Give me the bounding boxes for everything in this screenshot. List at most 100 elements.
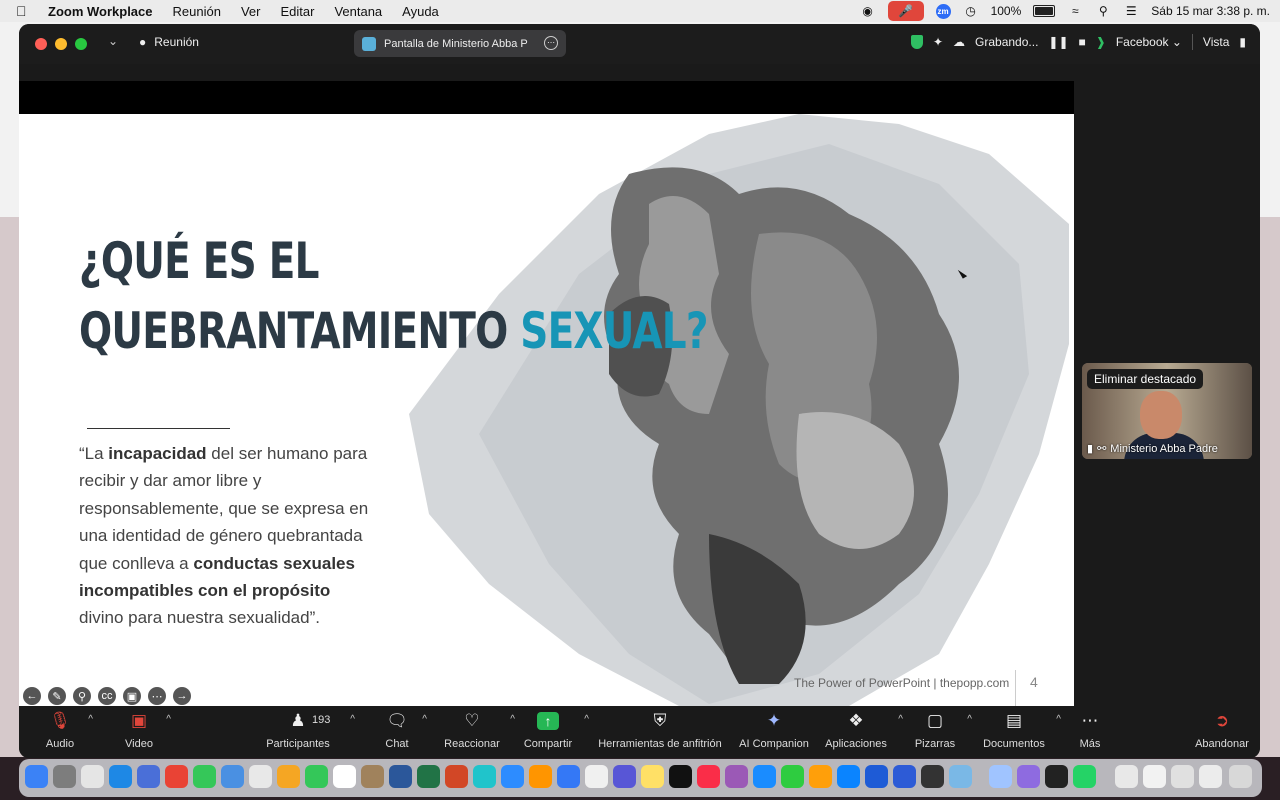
previous-slide-icon[interactable]: ←: [23, 687, 41, 705]
reminders-icon[interactable]: [585, 765, 608, 788]
apple-icon[interactable]: : [16, 3, 38, 19]
remove-spotlight-button[interactable]: Eliminar destacado: [1087, 369, 1204, 389]
more-button[interactable]: ⋯ Más: [1077, 710, 1103, 750]
share-caret[interactable]: ^: [584, 714, 589, 725]
control-center-icon[interactable]: ☰: [1123, 4, 1139, 18]
zoom-icon[interactable]: zm: [935, 3, 951, 19]
canva-icon[interactable]: [473, 765, 496, 788]
apps-button[interactable]: ❖ Aplicaciones ^: [823, 710, 903, 750]
sparkle-icon[interactable]: ✦: [933, 35, 943, 49]
security-shield-icon[interactable]: [910, 35, 923, 49]
appletv-icon[interactable]: [669, 765, 692, 788]
screen-app-icon[interactable]: [865, 765, 888, 788]
battery-icon[interactable]: [1033, 5, 1056, 17]
share-button[interactable]: ↑ Compartir ^: [521, 710, 589, 750]
clock-icon[interactable]: ◷: [963, 4, 979, 18]
zoom-app-icon[interactable]: [501, 765, 524, 788]
launchpad-icon[interactable]: [81, 765, 104, 788]
more-options-icon[interactable]: ⋯: [544, 36, 558, 50]
calendar-icon[interactable]: [333, 765, 356, 788]
audio-button[interactable]: 🎙 Audio ^: [41, 710, 93, 750]
excel-icon[interactable]: [417, 765, 440, 788]
view-layout-icon[interactable]: ▮: [1239, 35, 1246, 49]
view-menu[interactable]: Vista: [1203, 35, 1229, 49]
ai-companion-button[interactable]: ✦ AI Companion: [737, 710, 811, 750]
safari-icon[interactable]: [109, 765, 132, 788]
stack-icon[interactable]: [1199, 765, 1222, 788]
magnifier-icon[interactable]: ⚲: [73, 687, 91, 705]
menu-meeting[interactable]: Reunión: [163, 4, 231, 19]
menu-edit[interactable]: Editar: [270, 4, 324, 19]
more-icon[interactable]: ⋯: [148, 687, 166, 705]
video-off-icon[interactable]: ▣: [123, 687, 141, 705]
search-icon[interactable]: ⚲: [1095, 4, 1111, 18]
menu-view[interactable]: Ver: [231, 4, 271, 19]
microphone-icon[interactable]: 🎤: [887, 1, 924, 21]
screen-record-icon[interactable]: ◉: [860, 4, 876, 18]
react-button[interactable]: ♡ Reaccionar ^: [443, 710, 515, 750]
pen-icon[interactable]: ✎: [48, 687, 66, 705]
video-button[interactable]: ▣ Video ^: [121, 710, 171, 750]
captions-icon[interactable]: cc: [98, 687, 116, 705]
preview-icon[interactable]: [989, 765, 1012, 788]
pencil-app-icon[interactable]: [809, 765, 832, 788]
notes-icon[interactable]: [641, 765, 664, 788]
whiteboards-button[interactable]: ▢ Pizarras ^: [912, 710, 972, 750]
numbers-icon[interactable]: [781, 765, 804, 788]
zoom-window-button[interactable]: [75, 38, 87, 50]
whiteboards-caret[interactable]: ^: [967, 714, 972, 725]
mail-icon[interactable]: [221, 765, 244, 788]
photos-icon[interactable]: [277, 765, 300, 788]
appstore-icon[interactable]: [837, 765, 860, 788]
react-caret[interactable]: ^: [510, 714, 515, 725]
terminal-icon[interactable]: [1045, 765, 1068, 788]
imovie-icon[interactable]: [613, 765, 636, 788]
word-icon[interactable]: [389, 765, 412, 788]
meeting-info[interactable]: ● Reunión: [139, 35, 199, 49]
participants-caret[interactable]: ^: [350, 714, 355, 725]
minimize-window-button[interactable]: [55, 38, 67, 50]
menu-clock[interactable]: Sáb 15 mar 3:38 p. m.: [1151, 4, 1270, 18]
g-app-icon[interactable]: [921, 765, 944, 788]
maps-icon[interactable]: [249, 765, 272, 788]
chat-caret[interactable]: ^: [422, 714, 427, 725]
livestream-menu[interactable]: Facebook ⌄: [1116, 35, 1182, 49]
downloads-icon[interactable]: [1143, 765, 1166, 788]
settings-icon[interactable]: [53, 765, 76, 788]
app-icon[interactable]: [137, 765, 160, 788]
leave-button[interactable]: ➲ Abandonar: [1193, 710, 1251, 750]
chevron-down-icon[interactable]: ⌄: [108, 34, 118, 48]
stop-recording-icon[interactable]: ■: [1079, 35, 1086, 49]
documents-button[interactable]: ▤ Documentos ^: [981, 710, 1061, 750]
remote-desktop-icon[interactable]: [893, 765, 916, 788]
music-icon[interactable]: [697, 765, 720, 788]
chrome-icon[interactable]: [165, 765, 188, 788]
next-slide-icon[interactable]: →: [173, 687, 191, 705]
spotlight-video-tile[interactable]: Eliminar destacado ▮ ⚯ Ministerio Abba P…: [1082, 363, 1252, 459]
documents-caret[interactable]: ^: [1056, 714, 1061, 725]
document-thumb-icon[interactable]: [1115, 765, 1138, 788]
menu-help[interactable]: Ayuda: [392, 4, 449, 19]
chat-button[interactable]: 🗨 Chat ^: [381, 710, 427, 750]
close-window-button[interactable]: [35, 38, 47, 50]
messages-icon[interactable]: [193, 765, 216, 788]
trash-icon[interactable]: [1229, 765, 1252, 788]
host-tools-button[interactable]: ⛨ Herramientas de anfitrión: [595, 710, 725, 750]
wifi-icon[interactable]: ≈: [1067, 4, 1083, 18]
facetime-icon[interactable]: [305, 765, 328, 788]
podcasts-icon[interactable]: [725, 765, 748, 788]
video-options-caret[interactable]: ^: [166, 714, 171, 725]
audio-options-caret[interactable]: ^: [88, 714, 93, 725]
menu-window[interactable]: Ventana: [324, 4, 392, 19]
whatsapp-icon[interactable]: [1073, 765, 1096, 788]
network-icon[interactable]: [949, 765, 972, 788]
shortcut-icon[interactable]: [1017, 765, 1040, 788]
participants-button[interactable]: ♟ 193 Participantes ^: [263, 710, 355, 750]
finder-icon[interactable]: [25, 765, 48, 788]
apps-caret[interactable]: ^: [898, 714, 903, 725]
contacts-icon[interactable]: [361, 765, 384, 788]
app-menu[interactable]: Zoom Workplace: [38, 4, 163, 19]
screen-share-chip[interactable]: Pantalla de Ministerio Abba P ⋯: [354, 30, 566, 57]
pages-icon[interactable]: [557, 765, 580, 788]
books-icon[interactable]: [529, 765, 552, 788]
